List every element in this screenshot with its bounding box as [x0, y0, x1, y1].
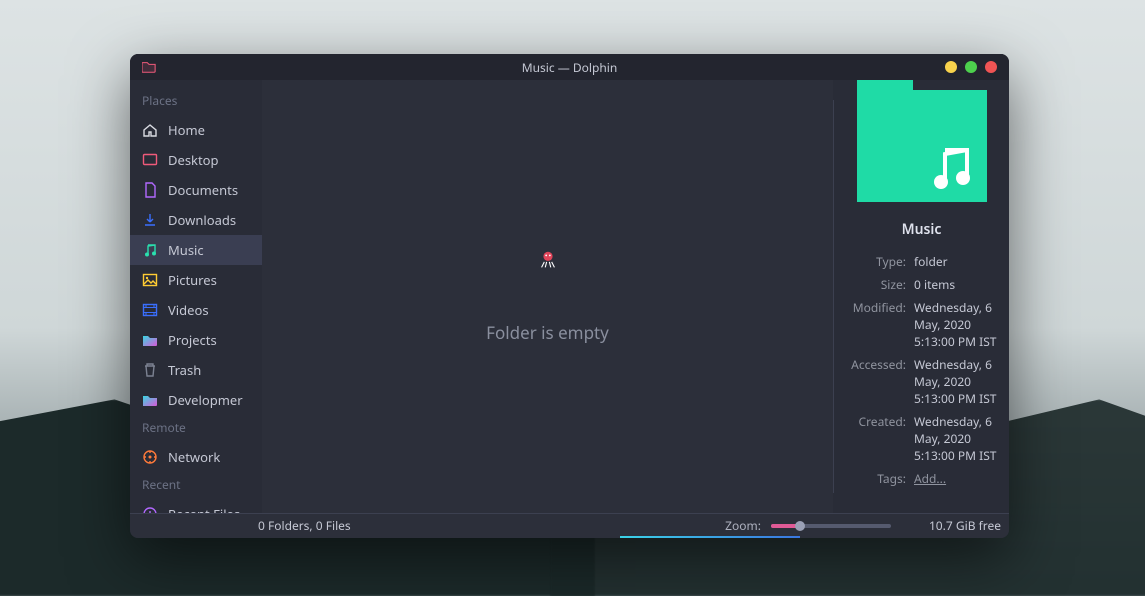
main-view[interactable]: Folder is empty [262, 80, 833, 513]
sidebar-item-network[interactable]: Network [130, 442, 262, 472]
sidebar-item-label: Documents [168, 181, 238, 199]
sidebar-item-label: Network [168, 448, 220, 466]
sidebar-item-music[interactable]: Music [130, 235, 262, 265]
info-key: Tags: [846, 470, 906, 487]
home-icon [142, 122, 158, 138]
proj-icon [142, 332, 158, 348]
empty-icon [537, 249, 559, 271]
sidebar-item-label: Pictures [168, 271, 217, 289]
pics-icon [142, 272, 158, 288]
sidebar-item-videos[interactable]: Videos [130, 295, 262, 325]
vids-icon [142, 302, 158, 318]
sidebar-header: Remote [130, 415, 262, 442]
window-title: Music — Dolphin [130, 59, 1009, 76]
sidebar-item-label: Recent Files [168, 505, 240, 513]
titlebar[interactable]: Music — Dolphin [130, 54, 1009, 80]
sidebar: Places Home Desktop Documents Downloads Music… [130, 80, 262, 513]
empty-folder-label: Folder is empty [486, 321, 609, 344]
app-icon [142, 60, 156, 74]
app-window: Music — Dolphin Places Home Desktop Documen… [130, 54, 1009, 538]
info-title: Music [846, 220, 997, 239]
free-space: 10.7 GiB free [929, 517, 1001, 534]
sidebar-item-desktop[interactable]: Desktop [130, 145, 262, 175]
dev-icon [142, 392, 158, 408]
info-value: Add... [914, 470, 997, 487]
folder-thumbnail [857, 90, 987, 202]
sidebar-item-label: Trash [168, 361, 201, 379]
add-tags-link[interactable]: Add... [914, 470, 946, 487]
sidebar-header: Places [130, 88, 262, 115]
info-key: Accessed: [846, 356, 906, 407]
sidebar-item-trash[interactable]: Trash [130, 355, 262, 385]
desk-icon [142, 152, 158, 168]
trash-icon [142, 362, 158, 378]
sidebar-item-label: Developmer [168, 391, 243, 409]
sidebar-item-documents[interactable]: Documents [130, 175, 262, 205]
sidebar-item-label: Desktop [168, 151, 219, 169]
sidebar-item-label: Music [168, 241, 204, 259]
zoom-slider[interactable] [771, 524, 891, 528]
sidebar-item-pictures[interactable]: Pictures [130, 265, 262, 295]
free-space-bar [620, 536, 800, 538]
docs-icon [142, 182, 158, 198]
info-value: Wednesday, 6 May, 2020 5:13:00 PM IST [914, 299, 997, 350]
sidebar-item-developmer[interactable]: Developmer [130, 385, 262, 415]
recent-icon [142, 506, 158, 513]
zoom-label: Zoom: [725, 517, 761, 534]
info-value: folder [914, 253, 997, 270]
info-key: Modified: [846, 299, 906, 350]
down-icon [142, 212, 158, 228]
sidebar-header: Recent [130, 472, 262, 499]
close-button[interactable] [985, 61, 997, 73]
sidebar-item-label: Videos [168, 301, 209, 319]
info-value: Wednesday, 6 May, 2020 5:13:00 PM IST [914, 356, 997, 407]
sidebar-item-label: Projects [168, 331, 217, 349]
sidebar-item-label: Home [168, 121, 205, 139]
info-value: Wednesday, 6 May, 2020 5:13:00 PM IST [914, 413, 997, 464]
sidebar-item-downloads[interactable]: Downloads [130, 205, 262, 235]
info-key: Created: [846, 413, 906, 464]
sidebar-item-projects[interactable]: Projects [130, 325, 262, 355]
info-key: Type: [846, 253, 906, 270]
sidebar-item-recent-files[interactable]: Recent Files [130, 499, 262, 513]
item-counts: 0 Folders, 0 Files [258, 517, 351, 534]
net-icon [142, 449, 158, 465]
info-value: 0 items [914, 276, 997, 293]
maximize-button[interactable] [965, 61, 977, 73]
sidebar-item-label: Downloads [168, 211, 236, 229]
status-bar: 0 Folders, 0 Files Zoom: 10.7 GiB free [130, 513, 1009, 538]
minimize-button[interactable] [945, 61, 957, 73]
sidebar-item-home[interactable]: Home [130, 115, 262, 145]
info-panel: Music Type:folderSize:0 itemsModified:We… [834, 80, 1009, 513]
music-icon [142, 242, 158, 258]
info-key: Size: [846, 276, 906, 293]
